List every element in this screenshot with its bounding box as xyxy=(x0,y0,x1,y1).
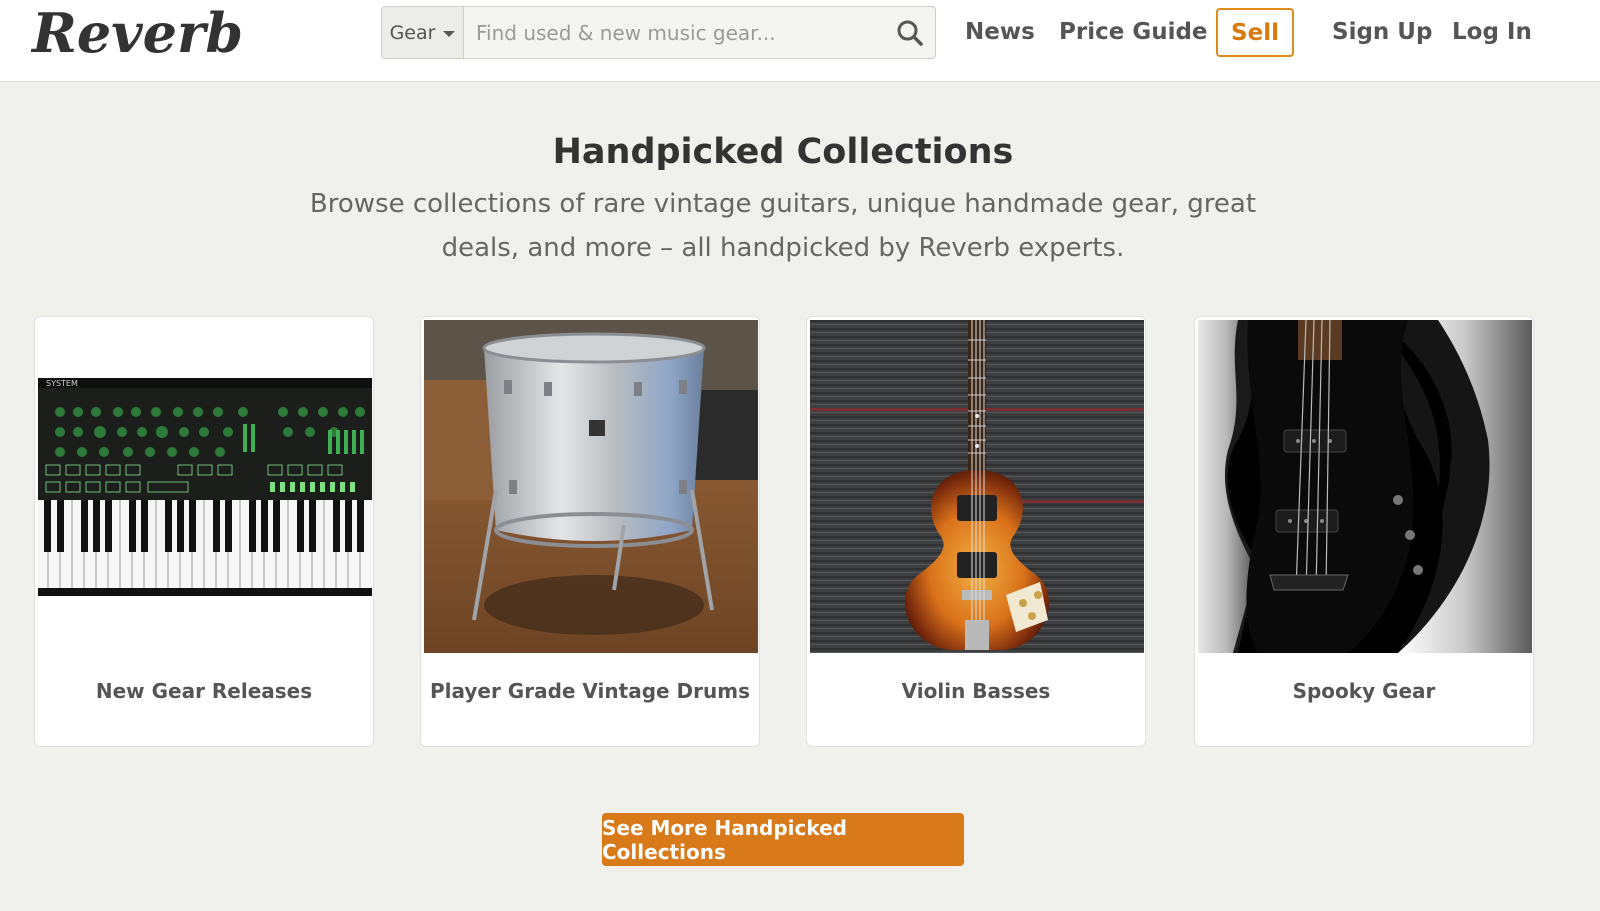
reverb-logo[interactable]: Reverb xyxy=(32,0,243,66)
nav-sign-up-link[interactable]: Sign Up xyxy=(1332,14,1432,50)
search-button[interactable] xyxy=(885,7,935,58)
search-icon xyxy=(897,20,923,46)
search-category-select[interactable]: Gear xyxy=(382,7,464,58)
synthesizer-keyboard-image: SYSTEM xyxy=(38,320,372,653)
search-bar: Gear xyxy=(381,6,936,59)
search-category-label: Gear xyxy=(389,21,436,44)
sell-button[interactable]: Sell xyxy=(1216,8,1294,57)
search-input[interactable] xyxy=(464,7,885,58)
nav-log-in-link[interactable]: Log In xyxy=(1452,14,1532,50)
caret-down-icon xyxy=(443,30,456,37)
collection-label: Player Grade Vintage Drums xyxy=(429,679,750,703)
collection-card-violin-basses[interactable]: Violin Basses xyxy=(806,316,1146,747)
collection-card-vintage-drums[interactable]: Player Grade Vintage Drums xyxy=(420,316,760,747)
site-header: Reverb Gear News Price Guide Sell Sign U… xyxy=(0,0,1600,82)
violin-bass-guitar-image xyxy=(810,320,1144,653)
see-more-collections-button[interactable]: See More Handpicked Collections xyxy=(602,813,964,866)
nav-price-guide-link[interactable]: Price Guide xyxy=(1059,14,1208,50)
section-title: Handpicked Collections xyxy=(552,132,1014,172)
nav-news-link[interactable]: News xyxy=(965,14,1035,50)
collection-label: New Gear Releases xyxy=(95,679,313,703)
collection-card-spooky-gear[interactable]: Spooky Gear xyxy=(1194,316,1534,747)
collection-label: Violin Basses xyxy=(901,679,1051,703)
collection-label: Spooky Gear xyxy=(1292,679,1436,703)
black-axe-bass-guitar-image xyxy=(1198,320,1532,653)
section-description: Browse collections of rare vintage guita… xyxy=(309,189,1257,263)
collection-card-new-gear-releases[interactable]: SYSTEM New Gear Releases xyxy=(34,316,374,747)
svg-text:SYSTEM: SYSTEM xyxy=(46,379,78,388)
silver-floor-tom-drum-image xyxy=(424,320,758,653)
